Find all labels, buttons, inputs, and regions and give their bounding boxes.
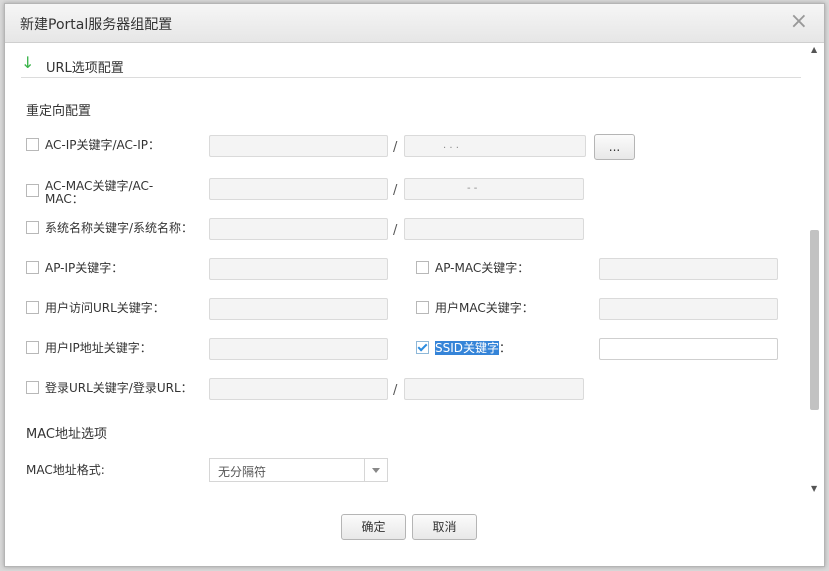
ip-dots: . . . [443, 140, 459, 151]
login-keyword-input[interactable] [209, 378, 388, 400]
mac-format-value: 无分隔符 [218, 465, 267, 479]
redirect-config-title: 重定向配置 [26, 104, 92, 119]
userip-label: 用户IP地址关键字： [45, 341, 152, 355]
userurl-checkbox[interactable] [26, 301, 39, 314]
login-url-input[interactable] [404, 378, 584, 400]
url-options-section-header[interactable]: ↓ URL选项配置 [21, 53, 801, 78]
ssid-checkbox[interactable] [416, 341, 429, 354]
mac-dashes: - - [467, 183, 478, 194]
login-label: 登录URL关键字/登录URL： [45, 381, 193, 395]
mac-options-title: MAC地址选项 [26, 427, 107, 442]
section-title: URL选项配置 [46, 61, 124, 76]
acmac-keyword-input[interactable] [209, 178, 388, 200]
mac-format-label: MAC地址格式: [26, 463, 105, 477]
userurl-keyword-input[interactable] [209, 298, 388, 320]
apip-checkbox[interactable] [26, 261, 39, 274]
acip-address-input[interactable]: . . . [404, 135, 586, 157]
cancel-button[interactable]: 取消 [412, 514, 477, 540]
acip-keyword-input[interactable] [209, 135, 388, 157]
apmac-keyword-input[interactable] [599, 258, 778, 280]
ssid-label-wrap: SSID关键字： [435, 341, 511, 355]
scroll-up-icon[interactable]: ▲ [811, 45, 817, 54]
ok-button[interactable]: 确定 [341, 514, 406, 540]
acip-checkbox[interactable] [26, 138, 39, 151]
usermac-keyword-input[interactable] [599, 298, 778, 320]
apmac-checkbox[interactable] [416, 261, 429, 274]
apip-label: AP-IP关键字： [45, 261, 124, 275]
close-icon[interactable]: × [790, 10, 808, 34]
chevron-down-icon[interactable] [364, 459, 387, 481]
ssid-label-suffix: ： [499, 341, 512, 355]
acmac-label-line1: AC-MAC关键字/AC- [45, 179, 154, 193]
portal-server-group-dialog: 新建Portal服务器组配置 × ↓ URL选项配置 重定向配置 AC-IP关键… [4, 3, 825, 567]
login-separator: / [393, 383, 398, 398]
acip-separator: / [393, 140, 398, 155]
userip-keyword-input[interactable] [209, 338, 388, 360]
usermac-label: 用户MAC关键字： [435, 301, 534, 315]
dialog-title: 新建Portal服务器组配置 [20, 17, 173, 33]
dialog-content: ↓ URL选项配置 重定向配置 AC-IP关键字/AC-IP： / . . . … [5, 43, 805, 495]
acip-label: AC-IP关键字/AC-IP： [45, 138, 161, 152]
ssid-keyword-input[interactable] [599, 338, 778, 360]
ssid-label: SSID关键字 [435, 341, 500, 355]
sysname-value-input[interactable] [404, 218, 584, 240]
scroll-down-icon[interactable]: ▼ [811, 484, 817, 493]
acmac-separator: / [393, 183, 398, 198]
dialog-titlebar: 新建Portal服务器组配置 × [5, 4, 824, 43]
acmac-address-input[interactable]: - - [404, 178, 584, 200]
browse-button[interactable]: ... [594, 134, 635, 160]
vertical-scrollbar[interactable]: ▲ ▼ [808, 43, 822, 495]
sysname-separator: / [393, 223, 398, 238]
userip-checkbox[interactable] [26, 341, 39, 354]
scrollbar-thumb[interactable] [810, 230, 819, 410]
mac-format-select[interactable]: 无分隔符 [209, 458, 388, 482]
acmac-label-line2: MAC： [45, 192, 84, 206]
apip-keyword-input[interactable] [209, 258, 388, 280]
sysname-keyword-input[interactable] [209, 218, 388, 240]
apmac-label: AP-MAC关键字： [435, 261, 530, 275]
usermac-checkbox[interactable] [416, 301, 429, 314]
arrow-down-icon: ↓ [21, 53, 35, 72]
acmac-checkbox[interactable] [26, 184, 39, 197]
sysname-label: 系统名称关键字/系统名称： [45, 221, 194, 235]
sysname-checkbox[interactable] [26, 221, 39, 234]
userurl-label: 用户访问URL关键字： [45, 301, 165, 315]
login-checkbox[interactable] [26, 381, 39, 394]
